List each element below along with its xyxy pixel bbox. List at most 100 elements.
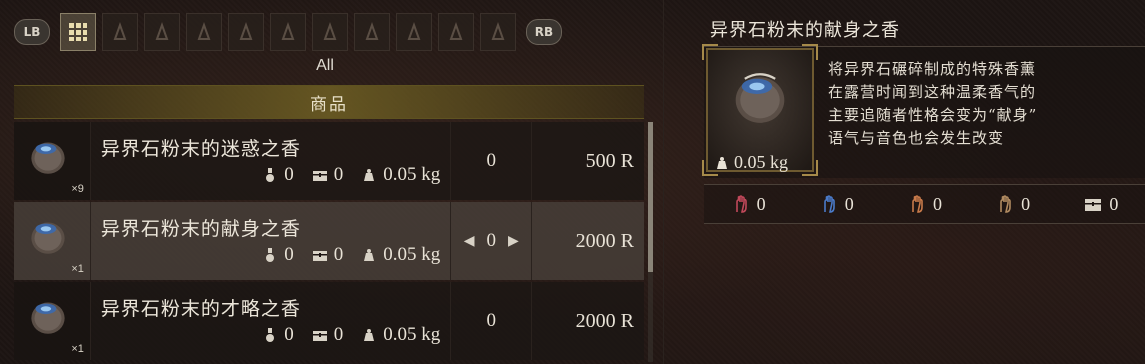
category-tabs [60,13,516,51]
tab-stone[interactable] [354,13,390,51]
item-price: 2000 R [532,282,644,360]
attribute-value: 0 [1021,193,1031,214]
list-scrollbar[interactable] [648,122,653,362]
purchase-count[interactable]: 0 [451,282,533,360]
grid-icon [69,23,87,41]
incense-pouch-icon [31,222,65,254]
stat-weight: 0.05 kg [361,244,440,266]
scrollbar-thumb[interactable] [648,122,653,272]
attribute-blue-hand: 0 [819,194,854,215]
detail-title: 异界石粉末的献身之香 [710,20,900,41]
item-stats: 0 0 0.05 kg [91,164,440,186]
feather-icon [449,22,463,40]
attribute-value: 0 [932,193,942,214]
attribute-chest: 0 [1083,194,1118,215]
statue-icon [407,22,421,40]
chest-icon [1085,199,1102,211]
stat-weight-value: 0.05 kg [383,164,441,185]
tab-scroll[interactable] [144,13,180,51]
stat-chest: 0 [312,164,344,186]
attribute-value: 0 [1109,193,1119,214]
filter-label: All [316,57,334,74]
item-thumbnail: ×1 [14,202,91,280]
stat-chest: 0 [312,244,343,266]
stat-flask: 0 [262,324,294,346]
item-quantity: ×9 [71,183,84,195]
stat-weight-value: 0.05 kg [383,324,441,345]
tab-blade[interactable] [270,13,306,51]
stat-flask-value: 0 [284,244,294,265]
stat-chest: 0 [312,324,344,346]
item-name: 异界石粉末的才略之香 [100,298,301,320]
flask-icon [266,168,275,182]
panel-divider [663,0,664,364]
item-name: 异界石粉末的献身之香 [100,218,301,240]
weight-icon [717,156,727,169]
incense-pouch-icon [31,142,65,174]
item-row[interactable]: ×9 异界石粉末的迷惑之香 0 0 0.05 kg 0 500 R [14,122,644,200]
tab-statue[interactable] [396,13,432,51]
stat-chest-value: 0 [333,324,344,345]
stat-flask-value: 0 [284,164,294,185]
count-value: 0 [486,310,496,331]
attribute-orange-hand: 0 [907,194,942,215]
stat-weight-value: 0.05 kg [383,244,441,265]
scroll-icon [155,22,169,40]
item-info: 异界石粉末的献身之香 0 0 0.05 kg [90,202,452,280]
item-description: 将异界石碾碎制成的特殊香薰 在露营时闻到这种温柔香气的 主要追随者性格会变为“献… [828,58,1128,150]
orange-hand-icon [912,195,923,213]
item-row[interactable]: ×1 异界石粉末的献身之香 0 0 0.05 kg ◀ 0 ▶ 2000 R [14,202,644,280]
description-line: 将异界石碾碎制成的特殊香薰 [828,60,1037,78]
blue-hand-icon [823,195,835,213]
tab-claw[interactable] [228,13,264,51]
incense-pouch-icon [735,73,785,123]
attribute-value: 0 [756,193,766,214]
tab-shell[interactable] [312,13,348,51]
category-tab-bar: LB RB [14,12,644,52]
rb-button[interactable]: RB [526,19,562,45]
increase-arrow-icon[interactable]: ▶ [508,233,519,250]
stat-weight: 0.05 kg [361,164,440,186]
flask-icon [266,328,275,342]
item-detail-panel: 异界石粉末的献身之香 将异界石碾碎制成的特殊香薰 在露营时闻到这种温柔香气的 主… [690,0,1145,364]
item-row[interactable]: ×1 异界石粉末的才略之香 0 0 0.05 kg 0 2000 R [14,282,644,360]
flask-icon [113,22,127,40]
stat-flask: 0 [262,164,294,186]
detail-weight: 0.05 kg [714,152,788,173]
chest-icon [312,331,327,341]
chest-icon [312,171,327,181]
weight-icon [364,249,375,261]
attribute-red-hand: 0 [731,194,766,215]
purchase-count[interactable]: 0 [451,122,533,200]
weight-icon [364,169,375,181]
item-name: 异界石粉末的迷惑之香 [100,138,301,160]
tab-herb[interactable] [186,13,222,51]
description-line: 语气与音色也会发生改变 [828,129,1005,147]
herb-icon [197,22,211,40]
item-list: ×9 异界石粉末的迷惑之香 0 0 0.05 kg 0 500 R ×1 异界石… [14,122,644,362]
chest-icon [312,251,327,261]
tab-flask[interactable] [102,13,138,51]
lb-button[interactable]: LB [14,19,50,45]
attribute-value: 0 [844,193,854,214]
incense-pouch-icon [31,302,65,334]
item-quantity: ×1 [71,343,84,355]
attribute-tan-hand: 0 [995,194,1030,215]
attribute-row: 0 0 0 0 0 [704,184,1145,224]
stat-chest-value: 0 [333,164,344,185]
shop-list-panel: LB RB All 商品 ×9 异界石粉末的迷惑之香 0 0 0.05 kg 0… [0,0,653,364]
item-info: 异界石粉末的才略之香 0 0 0.05 kg [90,282,452,360]
shell-icon [323,22,337,40]
weight-icon [364,329,375,341]
decrease-arrow-icon[interactable]: ◀ [464,233,475,250]
stat-weight: 0.05 kg [361,324,440,346]
purchase-count[interactable]: ◀ 0 ▶ [451,202,533,280]
title-rule [704,46,1145,47]
stone-icon [365,22,379,40]
tab-horn[interactable] [480,13,516,51]
section-header: 商品 [14,85,644,119]
flask-icon [266,248,275,262]
tab-feather[interactable] [438,13,474,51]
item-price: 2000 R [532,202,644,280]
tab-grid[interactable] [60,13,96,51]
